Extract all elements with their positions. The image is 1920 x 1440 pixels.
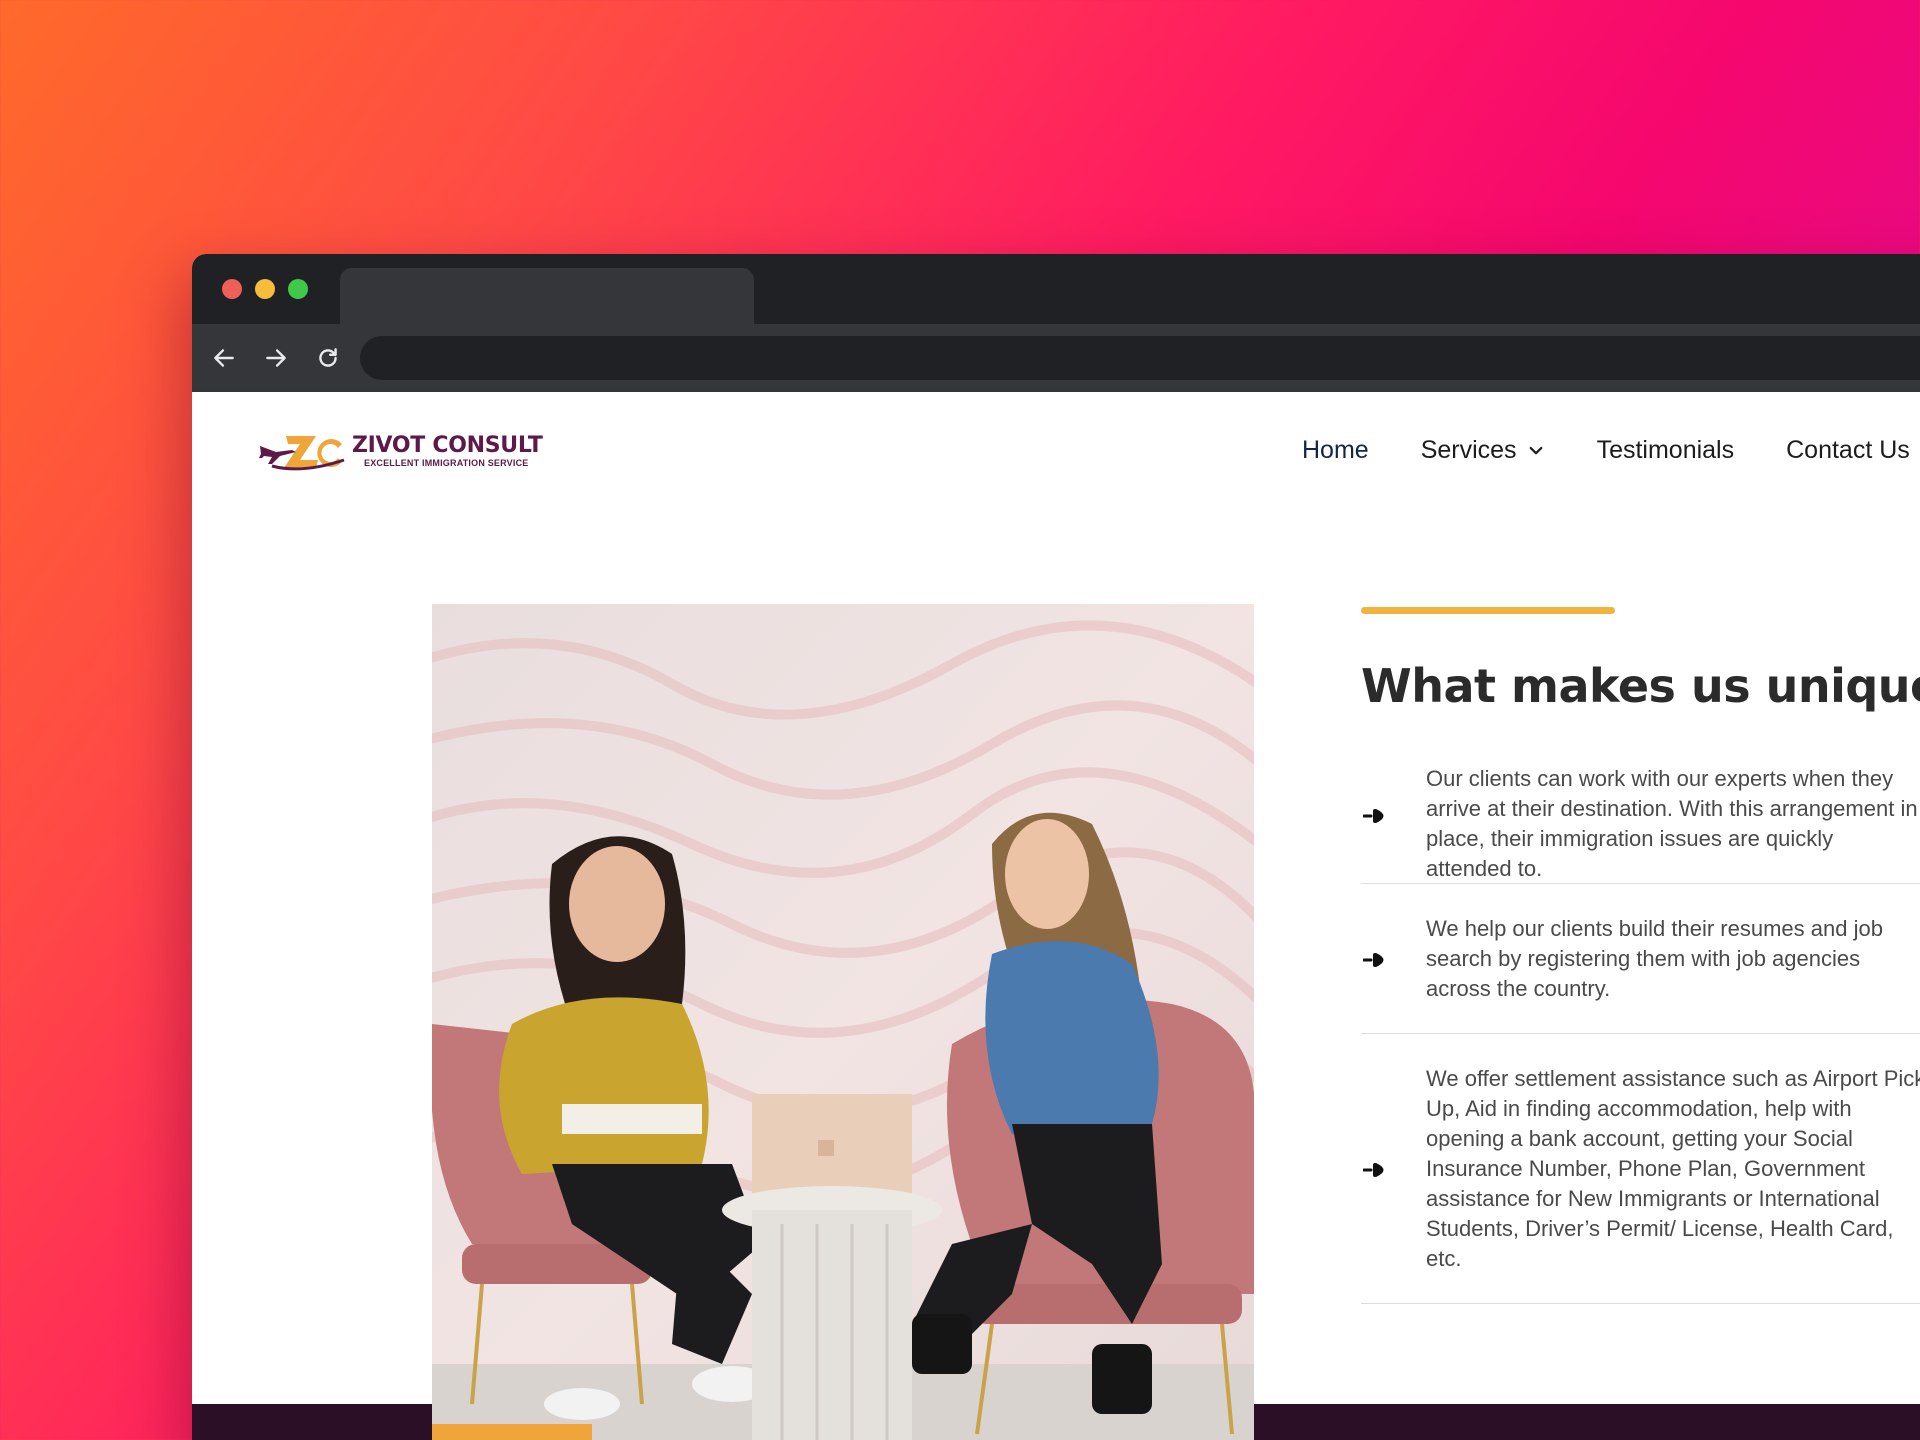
nav-services[interactable]: Services — [1421, 436, 1545, 465]
chevron-down-icon — [1529, 446, 1542, 454]
browser-window: ZIVOT CONSULT EXCELLENT IMMIGRATION SERV… — [192, 254, 1920, 1440]
minimize-window-button[interactable] — [255, 279, 275, 299]
feature-text: Our clients can work with our experts wh… — [1426, 766, 1918, 881]
nav-testimonials[interactable]: Testimonials — [1597, 436, 1735, 465]
site-logo[interactable]: ZIVOT CONSULT EXCELLENT IMMIGRATION SERV… — [258, 430, 543, 472]
brand-name: ZIVOT CONSULT — [352, 433, 543, 458]
arrow-right-icon — [1363, 809, 1384, 823]
feature-item: We help our clients build their resumes … — [1361, 884, 1920, 1034]
section-title: What makes us unique ? — [1361, 659, 1920, 713]
nav-home[interactable]: Home — [1302, 436, 1369, 465]
feature-text: We offer settlement assistance such as A… — [1426, 1066, 1920, 1271]
back-button[interactable] — [208, 342, 240, 374]
nav-home-label: Home — [1302, 436, 1369, 464]
nav-testimonials-label: Testimonials — [1596, 436, 1735, 464]
nav-contact-label: Contact Us — [1786, 436, 1910, 464]
brand-tagline: EXCELLENT IMMIGRATION SERVICE — [364, 458, 529, 468]
feature-item: Our clients can work with our experts wh… — [1361, 748, 1920, 884]
close-window-button[interactable] — [222, 279, 242, 299]
logo-mark-icon — [258, 430, 346, 472]
main-nav: Home Services Testimonials Contact Us — [1302, 436, 1920, 465]
photo-accent-tab — [432, 1424, 592, 1440]
reload-icon — [319, 348, 337, 367]
section-accent-bar — [1361, 607, 1615, 614]
feature-item: We offer settlement assistance such as A… — [1361, 1034, 1920, 1304]
nav-contact[interactable]: Contact Us — [1786, 436, 1910, 465]
arrow-right-icon — [1363, 953, 1384, 967]
feature-text: We help our clients build their resumes … — [1426, 916, 1883, 1001]
arrow-right-icon — [266, 349, 286, 367]
browser-titlebar — [192, 254, 1920, 324]
consultation-photo — [432, 604, 1254, 1440]
address-bar[interactable] — [360, 336, 1920, 380]
browser-tab[interactable] — [340, 268, 754, 324]
nav-services-label: Services — [1420, 436, 1517, 464]
window-controls — [222, 279, 308, 299]
reload-button[interactable] — [312, 342, 344, 374]
forward-button[interactable] — [260, 342, 292, 374]
arrow-left-icon — [214, 349, 234, 367]
site-header: ZIVOT CONSULT EXCELLENT IMMIGRATION SERV… — [192, 392, 1920, 512]
browser-toolbar — [192, 324, 1920, 392]
maximize-window-button[interactable] — [288, 279, 308, 299]
arrow-right-icon — [1363, 1163, 1384, 1177]
